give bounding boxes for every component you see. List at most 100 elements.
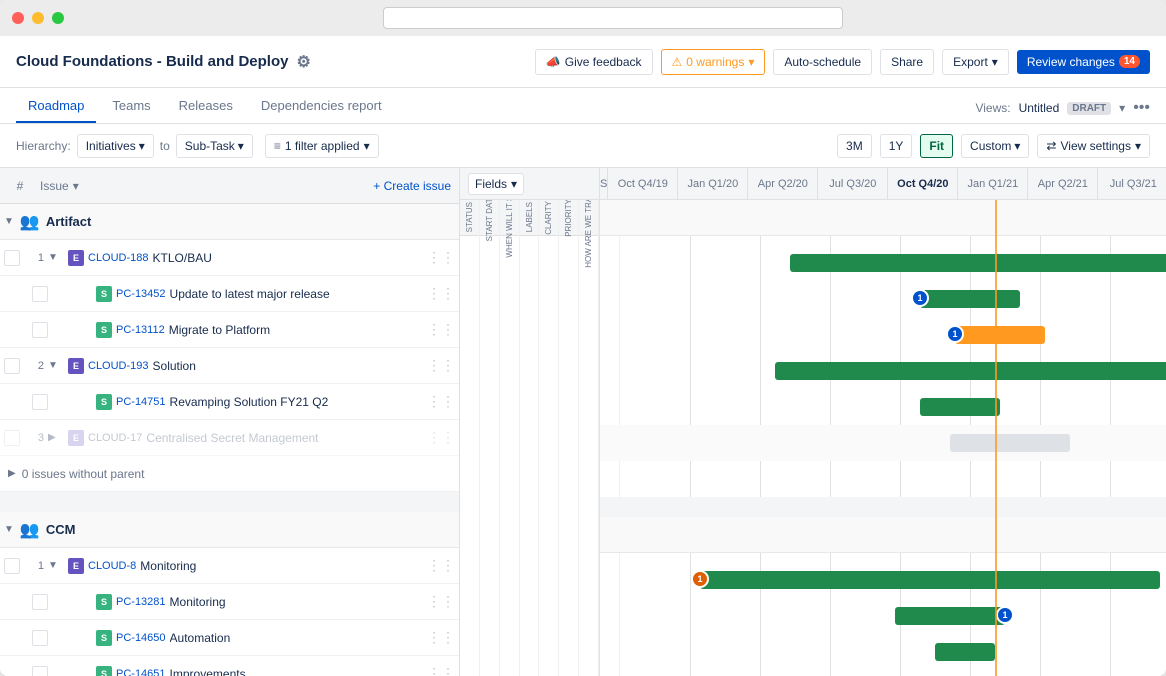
tab-releases[interactable]: Releases: [167, 90, 245, 123]
group-header-ccm[interactable]: ▼ 👥 CCM: [0, 512, 459, 548]
row-checkbox[interactable]: [32, 594, 48, 610]
gantt-row-cloud188: [630, 245, 1166, 281]
row-checkbox[interactable]: [32, 666, 48, 676]
settings-icon[interactable]: ⚙: [296, 52, 310, 72]
time-1y-button[interactable]: 1Y: [880, 134, 913, 158]
group-toggle-ccm[interactable]: ▼: [4, 524, 14, 535]
field-startdate: START DATE: [480, 200, 500, 676]
nav-tabs: Roadmap Teams Releases Dependencies repo…: [0, 88, 1166, 124]
row-checkbox[interactable]: [4, 430, 20, 446]
share-button[interactable]: Share: [880, 49, 934, 75]
row-checkbox[interactable]: [4, 558, 20, 574]
group-header-artifact[interactable]: ▼ 👥 Artifact: [0, 204, 459, 240]
issue-key[interactable]: CLOUD-17: [88, 432, 142, 444]
gantt-bar-cloud188[interactable]: [790, 254, 1166, 272]
tab-roadmap[interactable]: Roadmap: [16, 90, 96, 123]
gantt-group-row-artifact: [600, 200, 1166, 236]
drag-handle[interactable]: ⋮⋮: [427, 285, 455, 302]
expand-button[interactable]: ▼: [48, 560, 64, 571]
field-priority-label: PRIORITY: [564, 200, 573, 238]
gantt-bar-pc13281[interactable]: 1: [895, 607, 1005, 625]
issue-col-header[interactable]: Issue ▾: [40, 179, 79, 193]
more-views-button[interactable]: •••: [1133, 99, 1150, 117]
drag-handle[interactable]: ⋮⋮: [427, 393, 455, 410]
create-issue-button[interactable]: + Create issue: [373, 179, 451, 193]
gantt-bar-cloud17[interactable]: [950, 434, 1070, 452]
warnings-button[interactable]: ⚠ 0 warnings ▾: [661, 49, 766, 75]
field-startdate-label: START DATE: [485, 200, 494, 244]
time-fit-button[interactable]: Fit: [920, 134, 953, 158]
autoschedule-button[interactable]: Auto-schedule: [773, 49, 872, 75]
timeline-label-5: Oct Q4/20: [888, 168, 958, 199]
field-labels-header: LABELS: [520, 200, 539, 236]
feedback-button[interactable]: 📣 Give feedback: [535, 49, 653, 75]
view-settings-button[interactable]: ⇄ View settings ▾: [1037, 134, 1150, 158]
issue-summary: Centralised Secret Management: [146, 431, 318, 445]
minimize-button[interactable]: [32, 12, 44, 24]
drag-handle[interactable]: ⋮⋮: [427, 249, 455, 266]
issue-row: S PC-14650 Automation ⋮⋮: [0, 620, 459, 656]
drag-handle[interactable]: ⋮⋮: [427, 429, 455, 446]
expand-button[interactable]: ▼: [48, 252, 64, 263]
row-checkbox[interactable]: [32, 286, 48, 302]
export-button[interactable]: Export ▾: [942, 49, 1009, 75]
field-priority-header: PRIORITY: [559, 200, 578, 236]
issue-key[interactable]: PC-13452: [116, 288, 166, 300]
gantt-bar-pc13452[interactable]: 1: [920, 290, 1020, 308]
issue-key[interactable]: CLOUD-8: [88, 560, 136, 572]
row-checkbox[interactable]: [4, 250, 20, 266]
time-3m-button[interactable]: 3M: [837, 134, 872, 158]
field-labels-cells: [520, 236, 539, 676]
gantt-bar-pc14650[interactable]: [935, 643, 995, 661]
drag-handle[interactable]: ⋮⋮: [427, 593, 455, 610]
filter-button[interactable]: ≡ 1 filter applied ▾: [265, 134, 379, 158]
issue-key[interactable]: CLOUD-193: [88, 360, 149, 372]
expand-button[interactable]: ▼: [48, 360, 64, 371]
search-input[interactable]: [383, 7, 843, 29]
expand-button[interactable]: ▶: [48, 432, 64, 443]
chevron-down-icon-views[interactable]: ▾: [1119, 101, 1125, 115]
drag-handle[interactable]: ⋮⋮: [427, 557, 455, 574]
story-icon: S: [96, 666, 112, 676]
issue-key[interactable]: PC-13112: [116, 324, 165, 336]
drag-handle[interactable]: ⋮⋮: [427, 321, 455, 338]
issue-key[interactable]: PC-13281: [116, 596, 166, 608]
row-checkbox[interactable]: [32, 322, 48, 338]
maximize-button[interactable]: [52, 12, 64, 24]
issue-key[interactable]: PC-14650: [116, 632, 166, 644]
review-changes-button[interactable]: Review changes 14: [1017, 50, 1150, 74]
gantt-body: STATUS START DATE WHEN WILL: [460, 200, 1166, 676]
tab-teams[interactable]: Teams: [100, 90, 162, 123]
drag-handle[interactable]: ⋮⋮: [427, 629, 455, 646]
time-custom-select[interactable]: Custom ▾: [961, 134, 1029, 158]
hierarchy-from-select[interactable]: Initiatives ▾: [77, 134, 154, 158]
gantt-panel: Fields ▾ S Oct Q4/19 Jan Q1/20 Apr Q2/20…: [460, 168, 1166, 676]
row-checkbox[interactable]: [32, 394, 48, 410]
epic-icon: E: [68, 250, 84, 266]
issue-key[interactable]: CLOUD-188: [88, 252, 149, 264]
close-button[interactable]: [12, 12, 24, 24]
row-checkbox[interactable]: [4, 358, 20, 374]
timeline-label-2: Jan Q1/20: [678, 168, 748, 199]
field-tracking-label: HOW ARE WE TRACKING?: [584, 200, 593, 270]
drag-handle[interactable]: ⋮⋮: [427, 665, 455, 676]
issue-key[interactable]: PC-14751: [116, 396, 166, 408]
no-parent-toggle[interactable]: ▶: [8, 468, 16, 479]
no-parent-row[interactable]: ▶ 0 issues without parent: [0, 456, 459, 492]
story-icon: S: [96, 286, 112, 302]
fields-button[interactable]: Fields ▾: [468, 173, 524, 195]
gantt-bar-cloud8[interactable]: 1: [700, 571, 1160, 589]
group-toggle-artifact[interactable]: ▼: [4, 216, 14, 227]
drag-handle[interactable]: ⋮⋮: [427, 357, 455, 374]
main-content: # Issue ▾ + Create issue ▼ 👥 Artifact: [0, 168, 1166, 676]
issue-key[interactable]: PC-14651: [116, 668, 166, 676]
field-startdate-cells: [480, 236, 499, 676]
row-checkbox[interactable]: [32, 630, 48, 646]
gantt-bar-pc14751[interactable]: [920, 398, 1000, 416]
gantt-bar-cloud193[interactable]: [775, 362, 1166, 380]
hierarchy-to-select[interactable]: Sub-Task ▾: [176, 134, 253, 158]
tab-dependencies[interactable]: Dependencies report: [249, 90, 394, 123]
field-status-cells: [460, 236, 479, 676]
chevron-down-icon-fields: ▾: [511, 177, 517, 191]
gantt-bar-pc13112[interactable]: 1: [955, 326, 1045, 344]
